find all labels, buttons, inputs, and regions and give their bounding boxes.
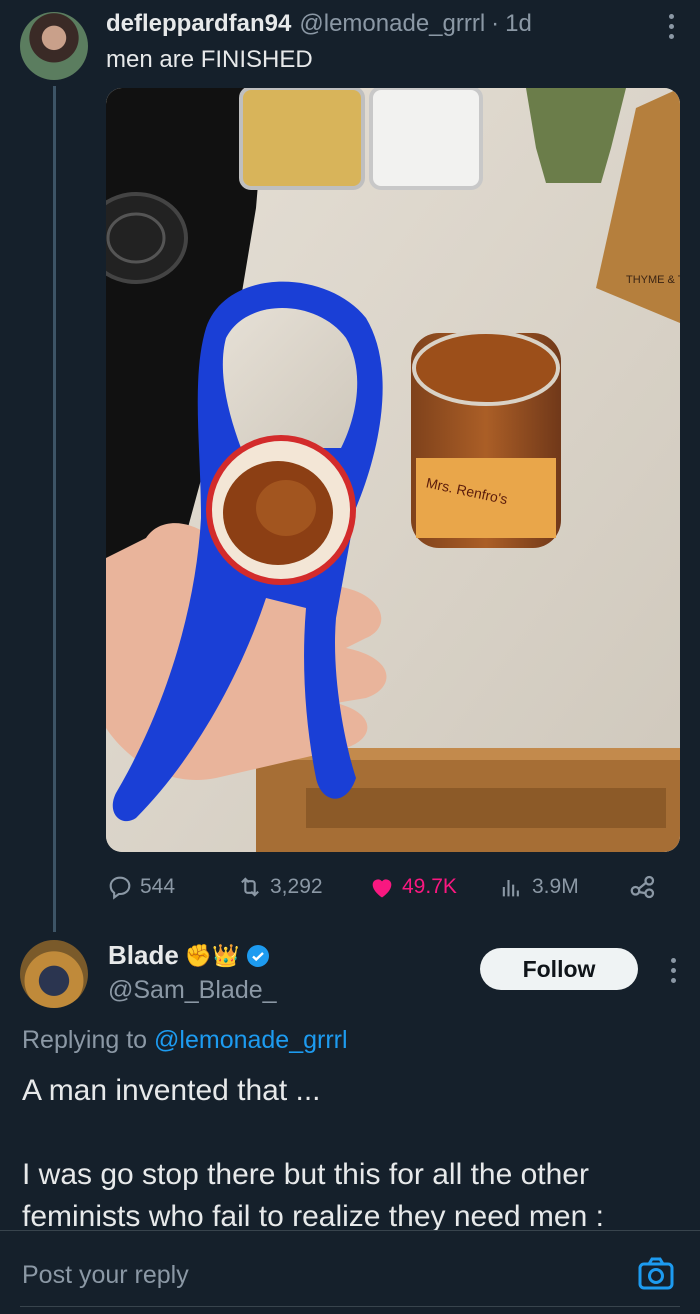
camera-icon (638, 1257, 674, 1290)
separator-dot: · (491, 10, 500, 37)
badges-emoji: ✊👑 (184, 942, 240, 968)
post-time[interactable]: 1d (505, 10, 532, 38)
thread-line (53, 86, 56, 932)
author-handle[interactable]: @lemonade_grrrl (299, 10, 485, 38)
follow-button[interactable]: Follow (480, 948, 638, 990)
reply-avatar[interactable] (20, 940, 88, 1008)
reply-author-row: Blade ✊👑 (108, 940, 270, 971)
share-button[interactable] (628, 872, 658, 902)
reply-handle[interactable]: @Sam_Blade_ (108, 976, 277, 1005)
reply-input[interactable] (22, 1257, 582, 1293)
views-count: 3.9M (532, 875, 579, 898)
share-icon (630, 875, 655, 899)
kitchen-photo: THYME & TABLE Mrs. Renfro's (106, 88, 680, 852)
verified-badge-icon (246, 944, 269, 967)
reply-text-line: A man invented that ... (22, 1074, 321, 1107)
like-count: 49.7K (402, 875, 457, 898)
replying-to: Replying to @lemonade_grrrl (22, 1026, 348, 1055)
reply-more-options-icon[interactable] (671, 958, 676, 983)
post-header: defleppardfan94 @lemonade_grrrl · 1d (106, 10, 680, 44)
author-display-name[interactable]: defleppardfan94 (106, 10, 291, 38)
replying-to-link[interactable]: @lemonade_grrrl (154, 1026, 348, 1054)
reply-text-line: feminists who fail to realize they need … (22, 1200, 604, 1233)
repost-icon (241, 877, 259, 897)
camera-button[interactable] (638, 1257, 674, 1291)
reply-count: 544 (140, 875, 176, 898)
box-label: THYME & TABLE (626, 274, 680, 286)
repost-button[interactable]: 3,292 (236, 873, 323, 901)
like-button[interactable]: 49.7K (368, 873, 457, 901)
post-text: men are FINISHED (106, 46, 313, 73)
divider (20, 1306, 680, 1307)
reply-composer (0, 1230, 700, 1314)
action-bar: 544 3,292 49.7K 3.9M (106, 870, 680, 904)
replying-prefix: Replying to (22, 1026, 155, 1054)
post-image[interactable]: THYME & TABLE Mrs. Renfro's (106, 88, 680, 852)
more-options-icon[interactable] (666, 14, 676, 39)
heart-icon (372, 879, 392, 898)
views-icon (502, 880, 519, 897)
views-button[interactable]: 3.9M (498, 873, 579, 901)
reply-button[interactable]: 544 (106, 873, 175, 901)
reply-icon (109, 876, 131, 900)
reply-display-name[interactable]: Blade (108, 940, 179, 971)
avatar[interactable] (20, 12, 88, 80)
reply-text-line: I was go stop there but this for all the… (22, 1158, 589, 1191)
repost-count: 3,292 (270, 875, 323, 898)
